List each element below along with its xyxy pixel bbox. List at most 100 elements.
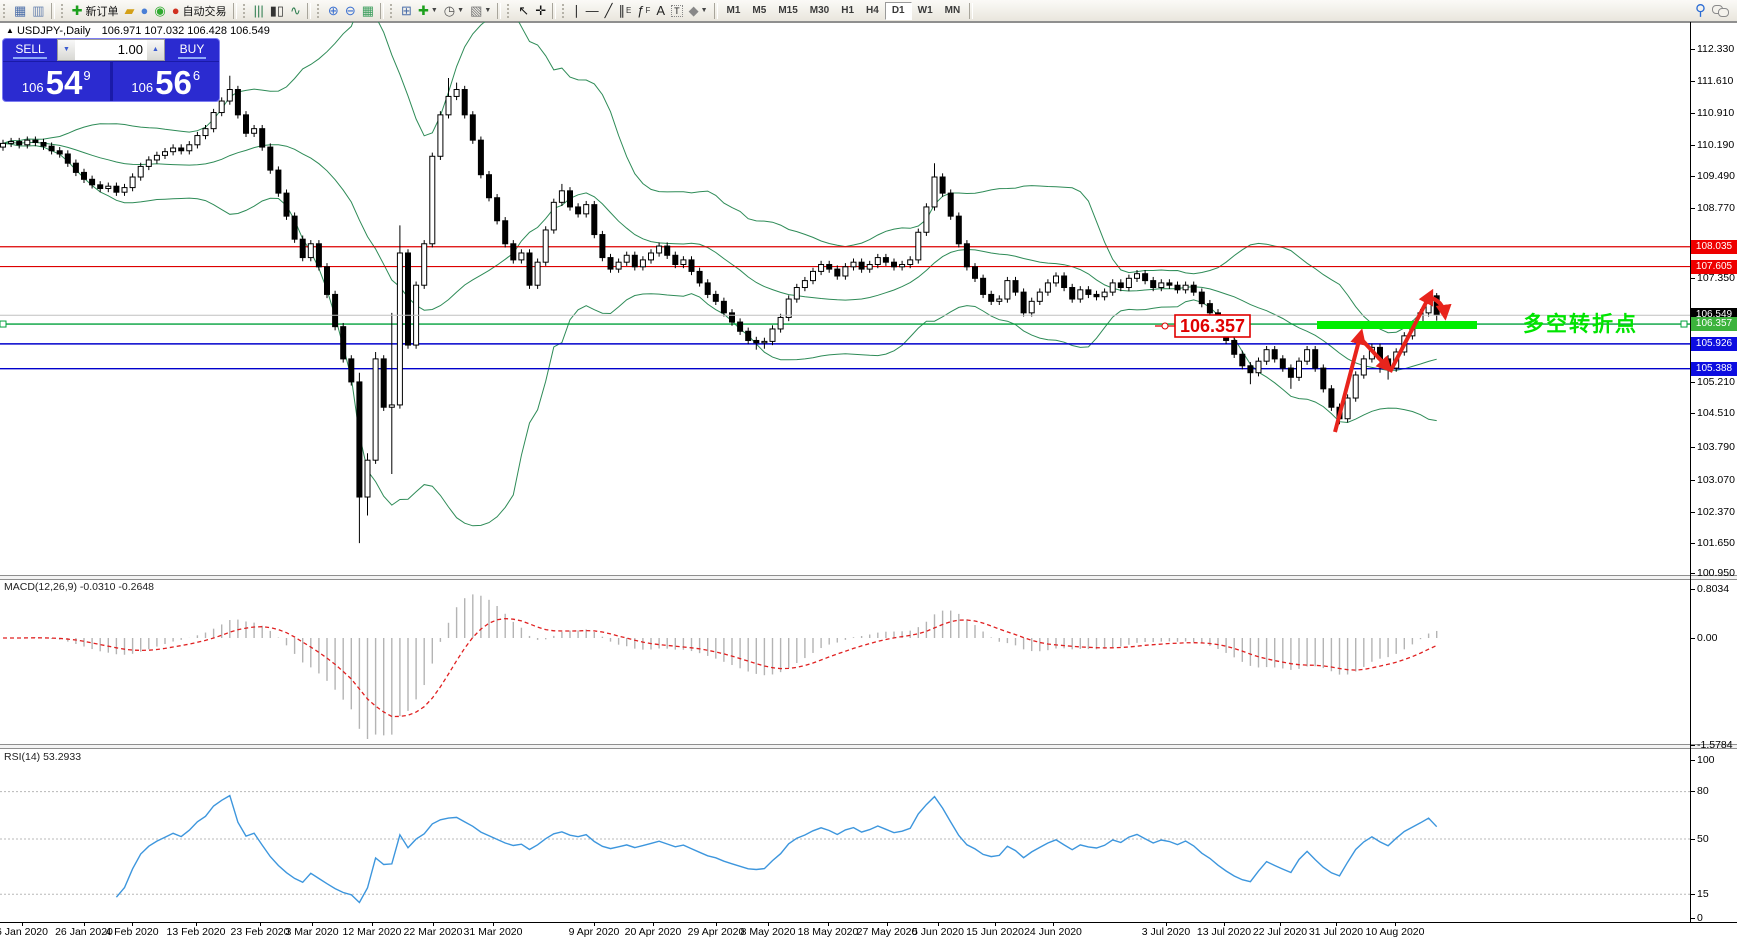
candle-body xyxy=(445,95,452,116)
timeframe-m30[interactable]: M30 xyxy=(804,2,835,20)
date-label: 20 Apr 2020 xyxy=(624,926,682,938)
candle-body xyxy=(218,100,225,114)
timeframe-w1[interactable]: W1 xyxy=(912,2,939,20)
trendline-icon[interactable]: ╱ xyxy=(602,2,616,20)
timeframe-h1[interactable]: H1 xyxy=(835,2,860,20)
timeframe-m5[interactable]: M5 xyxy=(746,2,772,20)
tag-handle[interactable] xyxy=(1161,322,1169,330)
trendline-icon: ╱ xyxy=(604,2,613,18)
line-handle[interactable] xyxy=(1680,320,1688,328)
template-icon[interactable]: ▧ ▼ xyxy=(467,2,494,20)
search-icon[interactable]: ⚲ xyxy=(1692,2,1709,20)
publisher-icon[interactable]: ● xyxy=(138,2,152,20)
line-handle[interactable] xyxy=(0,320,7,328)
cursor-icon[interactable]: ↖ xyxy=(515,2,532,20)
price-badge: 105.926 xyxy=(1691,336,1737,351)
price-badge: 107.605 xyxy=(1691,259,1737,274)
candle-body xyxy=(251,128,258,134)
auto-arrange-icon[interactable]: ⊞ xyxy=(398,2,415,20)
pane-separator[interactable] xyxy=(0,744,1737,749)
periods-icon[interactable]: ◷ ▼ xyxy=(441,2,467,20)
price-axis-label: 103.790 xyxy=(1697,441,1735,453)
bar-chart-icon: ||| xyxy=(253,2,264,18)
candle-body xyxy=(939,176,946,194)
toolbar: ▦ ▥ ✚ 新订单 ▰ ● ◉ ● 自动交易 ||| ▮▯ ∿ ⊕ ⊖ ▦ ⊞ ✚ ▼ ◷ ▼ ▧ ▼ ↖ ✛ ∣ ― ╱ ∥ Eƒ F A… xyxy=(0,0,1737,23)
text-label-icon[interactable]: T xyxy=(668,2,686,20)
candle-body xyxy=(40,141,47,147)
candle-body xyxy=(599,234,606,259)
candle-body xyxy=(153,154,160,161)
sell-button[interactable]: SELL xyxy=(3,39,57,61)
charts-window-icon[interactable]: ▦ xyxy=(11,2,29,20)
candle-body xyxy=(664,245,671,256)
timeframe-h4[interactable]: H4 xyxy=(860,2,885,20)
candle-body xyxy=(259,128,266,148)
crosshair-icon[interactable]: ✛ xyxy=(532,2,549,20)
candle-body xyxy=(745,330,752,341)
candle-body xyxy=(0,142,6,148)
arrows-icon[interactable]: ◆ ▼ xyxy=(686,2,711,20)
add-indicator-icon[interactable]: ✚ ▼ xyxy=(415,2,441,20)
volume-up-button[interactable]: ▲ xyxy=(147,40,164,60)
candle-body xyxy=(243,114,249,134)
macd-pane[interactable] xyxy=(0,578,1690,746)
volume-down-button[interactable]: ▼ xyxy=(58,40,75,60)
candle-body xyxy=(380,358,387,408)
autotrading-button: ● xyxy=(171,2,180,18)
rsi-axis-label: 15 xyxy=(1697,888,1709,900)
date-label: 4 Feb 2020 xyxy=(105,926,159,938)
channel-icon[interactable]: ∥ E xyxy=(615,2,634,20)
hline-icon[interactable]: ― xyxy=(583,2,602,20)
candle-body xyxy=(1255,360,1262,374)
candle-body xyxy=(97,184,104,190)
price-chart[interactable]: 106.357 多空转折点 xyxy=(0,22,1690,575)
bar-chart-icon[interactable]: ||| xyxy=(251,2,267,20)
line-chart-icon[interactable]: ∿ xyxy=(287,2,304,20)
buy-price[interactable]: 106 56 6 xyxy=(113,62,220,101)
annotation-text[interactable]: 多空转折点 xyxy=(1523,312,1638,336)
rsi-pane[interactable] xyxy=(0,748,1690,922)
buy-button[interactable]: BUY xyxy=(165,39,219,61)
price-axis-label: 104.510 xyxy=(1697,407,1735,419)
vline-icon[interactable]: ∣ xyxy=(570,2,583,20)
zoom-out-icon: ⊖ xyxy=(344,2,356,18)
axis-tick xyxy=(1690,512,1695,513)
timeframe-m1[interactable]: M1 xyxy=(721,2,747,20)
zoom-out-icon[interactable]: ⊖ xyxy=(342,2,359,20)
new-order-button[interactable]: ✚ 新订单 xyxy=(69,2,122,20)
candle-body xyxy=(234,89,241,116)
axis-tick xyxy=(1690,638,1695,639)
tile-windows-icon[interactable]: ▦ xyxy=(359,2,377,20)
candle-body xyxy=(1328,388,1335,408)
candle-body xyxy=(315,243,322,268)
autotrading-button[interactable]: ● 自动交易 xyxy=(169,2,230,20)
candle-body xyxy=(963,243,970,268)
candle-body xyxy=(567,190,573,208)
axis-tick xyxy=(1690,589,1695,590)
chat-icon[interactable] xyxy=(1709,2,1731,20)
gold-icon[interactable]: ▰ xyxy=(122,2,138,20)
price-axis-label: 107.350 xyxy=(1697,272,1735,284)
price-axis-label: 105.210 xyxy=(1697,376,1735,388)
market-watch-icon[interactable]: ▥ xyxy=(29,2,47,20)
text-icon[interactable]: A xyxy=(653,2,668,20)
timeframe-d1[interactable]: D1 xyxy=(884,1,912,20)
volume-input[interactable]: 1.00 xyxy=(75,40,147,60)
sell-price[interactable]: 106 54 9 xyxy=(3,62,110,101)
axis-tick xyxy=(1690,413,1695,414)
axis-tick xyxy=(1690,480,1695,481)
candle-body xyxy=(1101,291,1108,298)
support-zone-line[interactable] xyxy=(1317,321,1477,329)
zoom-in-icon[interactable]: ⊕ xyxy=(325,2,342,20)
candle-body xyxy=(1198,291,1205,305)
fibonacci-icon[interactable]: ƒF xyxy=(634,2,653,20)
trend-arrow[interactable] xyxy=(1361,339,1393,373)
candlestick-chart-icon[interactable]: ▮▯ xyxy=(267,2,287,20)
signal-icon[interactable]: ◉ xyxy=(151,2,168,20)
timeframe-mn[interactable]: MN xyxy=(939,2,967,20)
candle-body xyxy=(534,261,541,286)
price-axis-label: 110.910 xyxy=(1697,107,1735,119)
date-label: 22 Mar 2020 xyxy=(403,926,463,938)
timeframe-m15[interactable]: M15 xyxy=(772,2,803,20)
pane-separator[interactable] xyxy=(0,575,1737,580)
